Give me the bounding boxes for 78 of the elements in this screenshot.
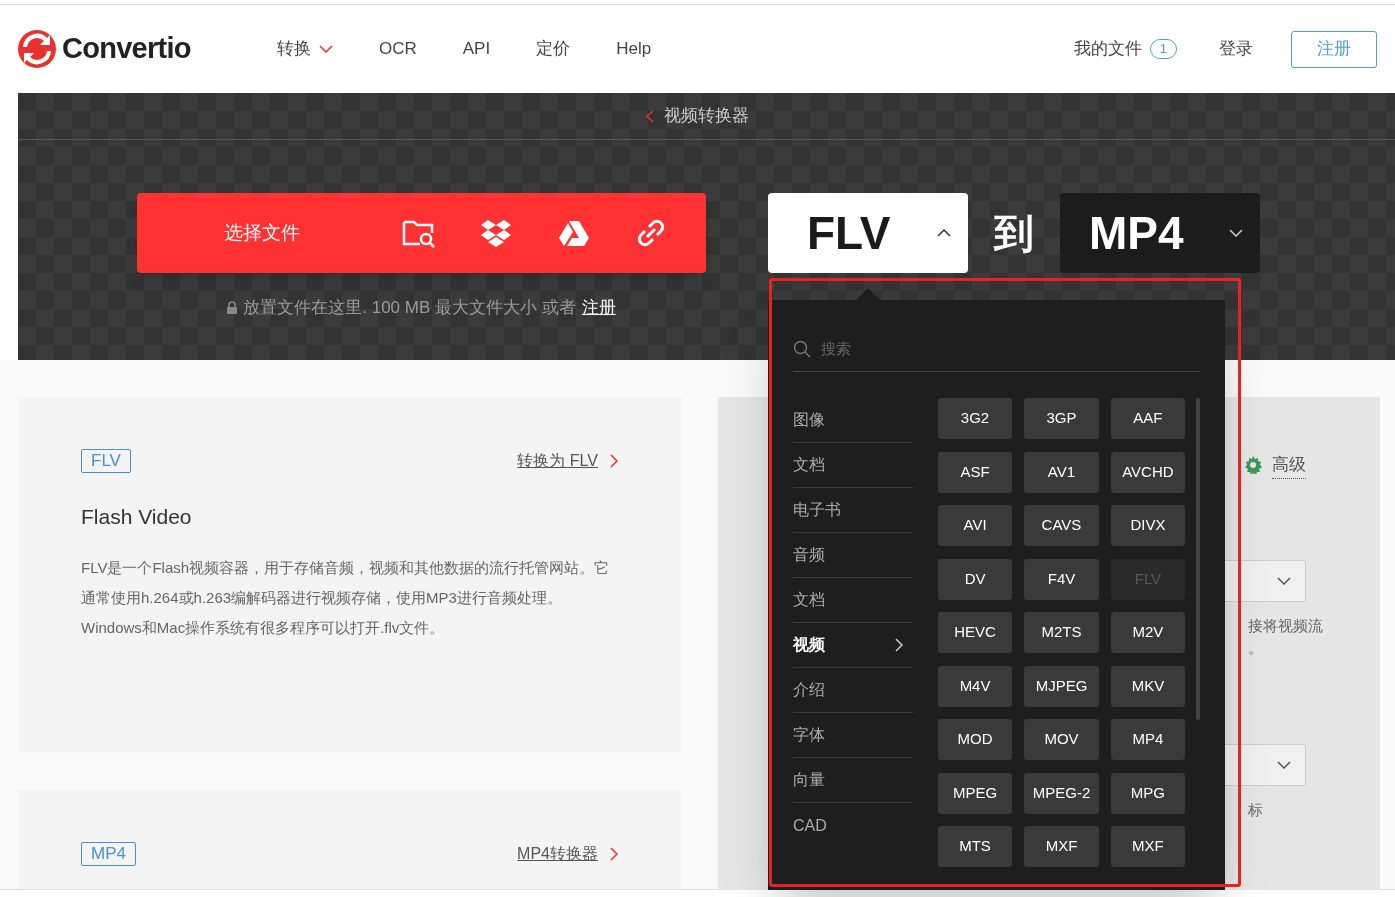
- scrollbar[interactable]: [1196, 398, 1200, 720]
- breadcrumb-link[interactable]: 视频转换器: [664, 103, 749, 129]
- format-button[interactable]: MKV: [1110, 665, 1186, 707]
- target-format-select[interactable]: MP4: [1060, 193, 1260, 273]
- gear-icon: [1244, 456, 1262, 475]
- format-button[interactable]: CAVS: [1024, 505, 1099, 546]
- advanced-link[interactable]: 高级: [1272, 452, 1306, 479]
- back-chevron-icon[interactable]: [646, 109, 654, 123]
- format-button[interactable]: AVCHD: [1110, 451, 1186, 493]
- description-text: 接将视频流: [1248, 616, 1323, 636]
- source-format-select[interactable]: FLV: [768, 193, 968, 273]
- category-item[interactable]: 音频: [793, 533, 913, 578]
- format-button[interactable]: MPEG-2: [1024, 772, 1099, 814]
- category-item[interactable]: 文档: [793, 443, 913, 488]
- format-button[interactable]: MXF: [1024, 826, 1099, 867]
- logo-icon: [18, 30, 56, 68]
- category-item[interactable]: 字体: [793, 713, 913, 758]
- category-item[interactable]: 图像: [793, 398, 913, 443]
- format-description: FLV是一个Flash视频容器，用于存储音频，视频和其他数据的流行托管网站。它通常使用h.264或h.263编解码器进行视频存储，使用MP3进行音频处理。 Windows和Mac操作系统有很多程序可以打开.flv文件。: [81, 557, 611, 638]
- search-icon: [793, 340, 811, 358]
- format-tag: FLV: [81, 449, 131, 473]
- lock-icon: [227, 301, 238, 315]
- format-button[interactable]: MP4: [1110, 719, 1186, 760]
- format-button[interactable]: DIVX: [1110, 505, 1186, 546]
- format-tag: MP4: [81, 841, 136, 866]
- category-item[interactable]: 电子书: [793, 488, 913, 533]
- format-button[interactable]: MJPEG: [1024, 665, 1099, 707]
- convert-link[interactable]: 转换为 FLV: [517, 449, 618, 473]
- format-title: Flash Video: [81, 504, 193, 530]
- format-button[interactable]: MPG: [1110, 772, 1186, 814]
- my-files-link[interactable]: 我的文件: [1073, 36, 1142, 62]
- dropbox-icon[interactable]: [480, 219, 512, 247]
- nav-link[interactable]: 转换: [277, 36, 333, 62]
- format-button[interactable]: MTS: [937, 826, 1013, 867]
- folder-search-icon[interactable]: [402, 218, 436, 248]
- category-item[interactable]: 向量: [793, 758, 913, 803]
- format-button[interactable]: MOV: [1024, 719, 1099, 760]
- format-button[interactable]: AVI: [937, 505, 1013, 546]
- nav-link[interactable]: API: [462, 36, 491, 62]
- category-item[interactable]: 视频: [793, 623, 913, 668]
- format-button[interactable]: DV: [937, 558, 1013, 600]
- format-button[interactable]: 3G2: [937, 398, 1013, 439]
- drop-hint-text: 放置文件在这里. 100 MB 最大文件大小 或者: [243, 297, 576, 319]
- format-button[interactable]: M2TS: [1024, 612, 1099, 653]
- to-label: 到: [994, 210, 1034, 257]
- category-item[interactable]: 介绍: [793, 668, 913, 713]
- convert-link[interactable]: MP4转换器: [517, 841, 618, 866]
- nav-link[interactable]: OCR: [379, 36, 417, 62]
- format-button[interactable]: M4V: [937, 665, 1013, 707]
- signup-link[interactable]: 注册: [581, 295, 616, 321]
- choose-file-button[interactable]: 选择文件: [224, 218, 344, 248]
- chevron-right-icon: [894, 638, 903, 652]
- format-button[interactable]: AAF: [1110, 398, 1186, 439]
- chevron-right-icon: [610, 454, 618, 468]
- nav-link[interactable]: Help: [616, 36, 652, 62]
- format-button[interactable]: AV1: [1024, 451, 1099, 493]
- login-link[interactable]: 登录: [1219, 36, 1253, 62]
- category-item[interactable]: CAD: [793, 803, 913, 848]
- format-button[interactable]: M2V: [1110, 612, 1186, 653]
- drive-icon[interactable]: [558, 219, 590, 247]
- format-button[interactable]: ASF: [937, 451, 1013, 493]
- format-button[interactable]: 3GP: [1024, 398, 1099, 439]
- search-field[interactable]: 搜索: [821, 337, 1121, 361]
- format-button[interactable]: F4V: [1024, 558, 1099, 600]
- category-item[interactable]: 文档: [793, 578, 913, 623]
- format-button[interactable]: MPEG: [937, 772, 1013, 814]
- chevron-icon: [1277, 761, 1291, 769]
- format-button[interactable]: HEVC: [937, 612, 1013, 653]
- chevron-right-icon: [610, 846, 618, 861]
- caret-icon: [319, 45, 333, 53]
- chevron-icon: [1277, 577, 1291, 585]
- format-button[interactable]: MXF: [1110, 826, 1186, 867]
- logo-text[interactable]: Convertio: [62, 27, 191, 71]
- format-button[interactable]: MOD: [937, 719, 1013, 760]
- nav-link[interactable]: 定价: [536, 36, 571, 62]
- description-text: 标: [1248, 800, 1263, 820]
- description-text: 。: [1248, 638, 1263, 658]
- link-icon[interactable]: [636, 218, 666, 248]
